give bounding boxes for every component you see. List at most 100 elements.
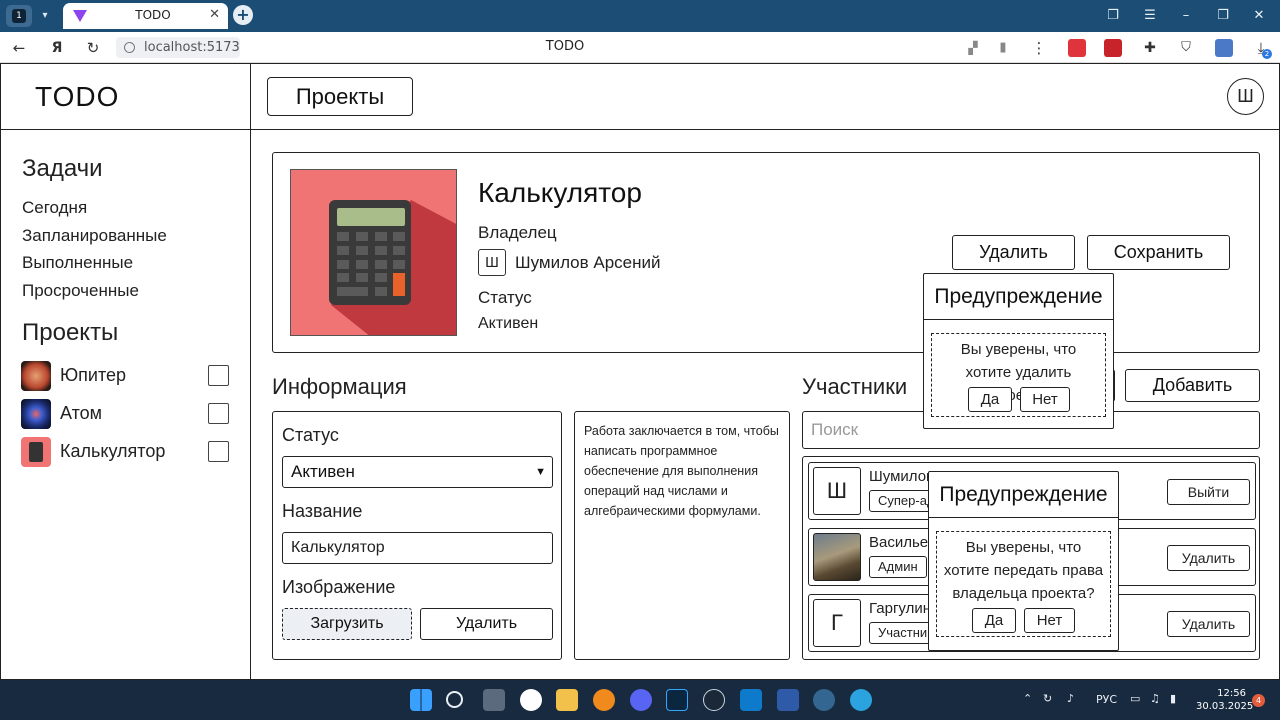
owner-name: Шумилов Арсений bbox=[515, 253, 661, 272]
sidebar-item-planned[interactable]: Запланированные bbox=[22, 226, 167, 246]
member-name: Шумилов bbox=[869, 468, 935, 485]
url-field[interactable]: localhost:5173 bbox=[116, 37, 240, 58]
remove-member-button[interactable]: Удалить bbox=[1167, 611, 1250, 637]
calculator-illustration-icon bbox=[291, 170, 456, 335]
bookmark-icon[interactable]: ▮ bbox=[992, 37, 1014, 59]
warning-body: Вы уверены, что хотите удалить проект? bbox=[931, 333, 1106, 417]
battery-icon[interactable]: ▮ bbox=[1170, 692, 1176, 705]
volume-icon[interactable]: ♫ bbox=[1150, 692, 1160, 705]
extensions-puzzle-icon[interactable]: ✚ bbox=[1139, 37, 1161, 59]
minimize-icon[interactable]: – bbox=[1173, 6, 1199, 26]
photoshop-icon[interactable] bbox=[666, 689, 688, 711]
project-checkbox[interactable] bbox=[208, 441, 229, 462]
confirm-no-button[interactable]: Нет bbox=[1020, 387, 1070, 412]
more-icon[interactable]: ⋮ bbox=[1028, 37, 1050, 59]
yandex-browser-icon[interactable] bbox=[520, 689, 542, 711]
file-explorer-icon[interactable] bbox=[556, 689, 578, 711]
project-title: Калькулятор bbox=[478, 177, 642, 208]
sidebar-project-name: Атом bbox=[60, 403, 103, 423]
task-view-icon[interactable] bbox=[483, 689, 505, 711]
member-name: Гаргулин bbox=[869, 600, 932, 617]
member-role-select[interactable]: Админ bbox=[869, 556, 927, 578]
tab-collections-icon[interactable]: ❐ bbox=[1100, 6, 1126, 26]
tray-chevron-icon[interactable]: ⌃ bbox=[1023, 692, 1032, 705]
tray-sync-icon[interactable]: ↻ bbox=[1043, 692, 1052, 705]
taskbar-clock[interactable]: 12:56 30.03.2025 bbox=[1196, 687, 1253, 713]
status-select[interactable]: Активен ▼ bbox=[282, 456, 553, 488]
extension-profile-icon[interactable] bbox=[1215, 39, 1233, 57]
tab-title: TODO bbox=[135, 8, 171, 22]
description-textarea[interactable]: Работа заключается в том, чтобы написать… bbox=[574, 411, 790, 660]
start-windows-icon[interactable] bbox=[410, 689, 432, 711]
leave-project-button[interactable]: Выйти bbox=[1167, 479, 1250, 505]
sidebar-tasks-heading: Задачи bbox=[22, 155, 103, 182]
name-input[interactable]: Калькулятор bbox=[282, 532, 553, 564]
projects-button[interactable]: Проекты bbox=[267, 77, 413, 116]
tabs-menu-chevron-icon[interactable]: ▾ bbox=[35, 5, 55, 27]
extension-shield-icon[interactable]: ⛉ bbox=[1175, 37, 1197, 59]
notification-badge[interactable]: 4 bbox=[1252, 694, 1265, 707]
confirm-yes-button[interactable]: Да bbox=[972, 608, 1016, 633]
steam-icon[interactable] bbox=[703, 689, 725, 711]
app-logo[interactable]: TODO bbox=[35, 81, 119, 113]
warning-message: Вы уверены, что хотите удалить проект? bbox=[960, 341, 1077, 404]
app-orange-icon[interactable] bbox=[593, 689, 615, 711]
vscode-icon[interactable] bbox=[740, 689, 762, 711]
microphone-icon[interactable]: ♪ bbox=[1067, 692, 1074, 705]
sidebar-project-atom[interactable]: Атом bbox=[21, 399, 231, 431]
browser-tab[interactable]: TODO ✕ bbox=[63, 3, 228, 29]
tab-close-icon[interactable]: ✕ bbox=[209, 7, 220, 22]
workspace-button[interactable]: 1 bbox=[6, 5, 32, 27]
telegram-icon[interactable] bbox=[850, 689, 872, 711]
sidebar-projects-heading: Проекты bbox=[22, 319, 119, 346]
confirm-yes-button[interactable]: Да bbox=[968, 387, 1012, 412]
sidebar-item-completed[interactable]: Выполненные bbox=[22, 253, 133, 273]
window-close-icon[interactable]: ✕ bbox=[1246, 6, 1272, 26]
address-bar: ← Я ↻ localhost:5173 TODO ▞ ▮ ⋮ ✚ ⛉ ⤓ 2 bbox=[0, 32, 1280, 63]
delete-image-button[interactable]: Удалить bbox=[420, 608, 553, 640]
translate-icon[interactable]: ▞ bbox=[962, 37, 984, 59]
sidebar-project-calculator[interactable]: Калькулятор bbox=[21, 437, 231, 469]
chart-app-icon[interactable] bbox=[777, 689, 799, 711]
reload-icon[interactable]: ↻ bbox=[82, 37, 104, 59]
project-checkbox[interactable] bbox=[208, 403, 229, 424]
input-language[interactable]: РУС bbox=[1096, 693, 1117, 706]
app-root: TODO Проекты Ш Задачи Сегодня Запланиров… bbox=[0, 63, 1280, 680]
chevron-down-icon: ▼ bbox=[535, 466, 546, 478]
info-heading: Информация bbox=[272, 374, 407, 399]
extension-red-icon[interactable] bbox=[1068, 39, 1086, 57]
calculator-thumb-image bbox=[21, 437, 51, 467]
yandex-logo-icon[interactable]: Я bbox=[46, 37, 68, 59]
sidebar-item-overdue[interactable]: Просроченные bbox=[22, 281, 139, 301]
sidebar-project-jupiter[interactable]: Юпитер bbox=[21, 361, 231, 393]
delete-project-button[interactable]: Удалить bbox=[952, 235, 1075, 270]
url-text: localhost:5173 bbox=[144, 40, 240, 55]
sidebar-divider bbox=[250, 64, 251, 680]
search-icon[interactable] bbox=[446, 691, 463, 708]
upload-image-button[interactable]: Загрузить bbox=[282, 608, 412, 640]
image-field-label: Изображение bbox=[282, 577, 396, 597]
user-avatar[interactable]: Ш bbox=[1227, 78, 1264, 115]
site-info-icon[interactable] bbox=[124, 42, 135, 53]
windows-taskbar: ⌃ ↻ ♪ РУС ▭ ♫ ▮ 12:56 30.03.2025 4 bbox=[0, 680, 1280, 720]
confirm-no-button[interactable]: Нет bbox=[1024, 608, 1075, 633]
sidebar-project-name: Калькулятор bbox=[60, 441, 166, 461]
save-project-button[interactable]: Сохранить bbox=[1087, 235, 1230, 270]
extension-ladybug-icon[interactable] bbox=[1104, 39, 1122, 57]
member-avatar-cat-photo bbox=[813, 533, 861, 581]
project-checkbox[interactable] bbox=[208, 365, 229, 386]
browser-menu-icon[interactable]: ☰ bbox=[1137, 6, 1163, 26]
sidebar-item-today[interactable]: Сегодня bbox=[22, 198, 87, 218]
network-icon[interactable]: ▭ bbox=[1130, 692, 1140, 705]
owner-label: Владелец bbox=[478, 223, 557, 242]
add-member-button[interactable]: Добавить bbox=[1125, 369, 1260, 402]
back-arrow-icon[interactable]: ← bbox=[8, 37, 30, 59]
remove-member-button[interactable]: Удалить bbox=[1167, 545, 1250, 571]
restore-icon[interactable]: ❐ bbox=[1210, 6, 1236, 26]
discord-icon[interactable] bbox=[630, 689, 652, 711]
postgres-icon[interactable] bbox=[813, 689, 835, 711]
project-image bbox=[290, 169, 457, 336]
browser-tab-bar: 1 ▾ TODO ✕ + ❐ ☰ – ❐ ✕ bbox=[0, 0, 1280, 32]
new-tab-plus-icon[interactable]: + bbox=[233, 5, 253, 25]
warning-title: Предупреждение bbox=[924, 274, 1113, 320]
